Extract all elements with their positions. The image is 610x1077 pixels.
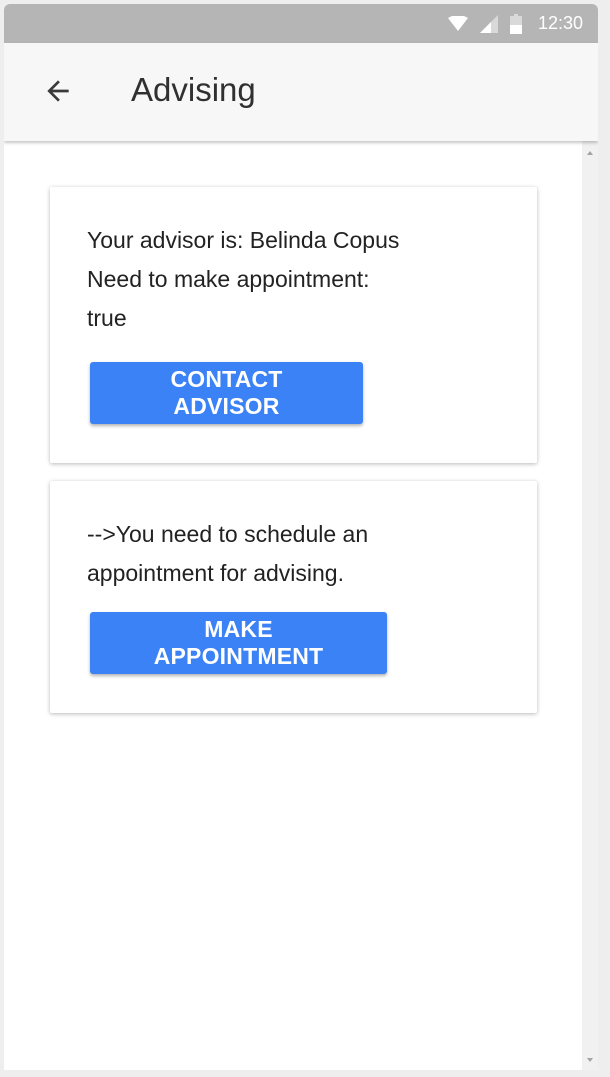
main-content: Your advisor is: Belinda Copus Need to m… [4,141,582,1070]
status-icons: 12:30 [447,4,583,43]
device-screen: 12:30 Advising Your advisor is: Belinda … [4,4,598,1070]
page-title: Advising [131,71,256,108]
scrollbar[interactable] [582,141,598,1070]
scroll-down-arrow-icon[interactable] [587,1058,593,1062]
appointment-card: -->You need to schedule an appointment f… [50,481,537,713]
appointment-needed-value: true [87,305,127,331]
contact-advisor-button[interactable]: CONTACT ADVISOR [90,362,363,424]
wifi-icon [447,15,468,32]
back-button[interactable] [34,69,82,117]
signal-icon [479,14,498,33]
scroll-up-arrow-icon[interactable] [587,151,593,155]
arrow-back-icon [42,75,74,112]
appointment-message-line-1: -->You need to schedule an [87,521,369,547]
appointment-message-line-2: appointment for advising. [87,560,344,586]
battery-icon [509,13,522,34]
advisor-info: Your advisor is: Belinda Copus Need to m… [87,221,507,338]
status-clock: 12:30 [537,13,583,33]
status-bar: 12:30 [4,4,598,43]
make-appointment-button[interactable]: MAKE APPOINTMENT [90,612,387,674]
app-bar: Advising [4,43,598,141]
appointment-needed-label: Need to make appointment: [87,266,370,292]
advisor-name-text: Your advisor is: Belinda Copus [87,227,400,253]
advisor-card: Your advisor is: Belinda Copus Need to m… [50,187,537,463]
appointment-message: -->You need to schedule an appointment f… [87,515,507,593]
